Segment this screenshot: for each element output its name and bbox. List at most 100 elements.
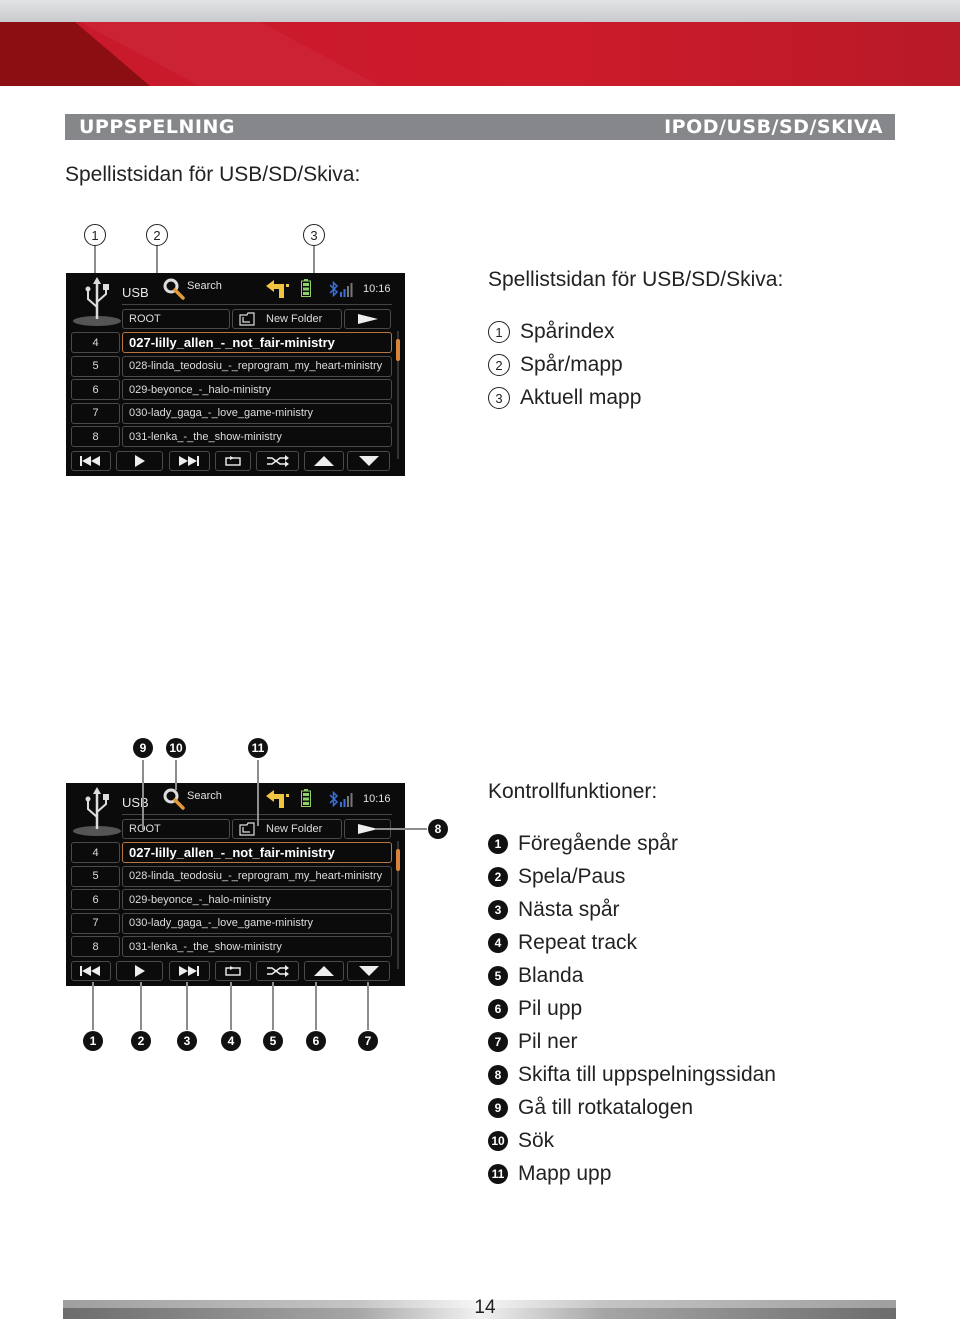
legend-item: 5 Blanda	[488, 964, 583, 988]
callout-2: 2	[146, 224, 168, 246]
legend-label: Pil ner	[518, 1030, 578, 1053]
repeat-button[interactable]	[215, 451, 251, 471]
arrow-up-button[interactable]	[304, 451, 344, 471]
legend-item: 1 Spårindex	[488, 320, 615, 344]
play-icon	[134, 965, 146, 977]
leader-line-9	[142, 760, 144, 830]
track-index[interactable]: 6	[71, 889, 120, 910]
callout-5: 5	[263, 1031, 283, 1051]
legend-label: Sök	[518, 1129, 555, 1152]
callout-10: 10	[166, 738, 186, 758]
legend-label: Blanda	[518, 964, 584, 987]
device-screen-playlist: USB Search 10:16 ROOT New Folder 4 027-lilly_a…	[66, 273, 405, 476]
legend-item: 8 Skifta till uppspelningssidan	[488, 1063, 776, 1087]
source-label: USB	[122, 795, 149, 810]
previous-track-icon	[80, 966, 102, 976]
legend-item: 9 Gå till rotkatalogen	[488, 1096, 693, 1120]
track-row[interactable]: 027-lilly_allen_-_not_fair-ministry	[122, 842, 392, 863]
callout-3: 3	[303, 224, 325, 246]
track-index[interactable]: 4	[71, 332, 120, 353]
leader-line-8	[375, 828, 427, 830]
folder-up-button[interactable]: New Folder	[232, 819, 342, 839]
track-index[interactable]: 6	[71, 379, 120, 400]
back-arrow-icon[interactable]	[266, 790, 290, 808]
search-label[interactable]: Search	[187, 790, 222, 802]
scrollbar[interactable]	[396, 841, 400, 969]
leader-line-7	[367, 982, 369, 1030]
usb-icon[interactable]	[72, 787, 122, 837]
legend-number-2: 2	[488, 867, 508, 887]
leader-line-2	[140, 982, 142, 1030]
track-row[interactable]: 030-lady_gaga_-_love_game-ministry	[122, 912, 392, 934]
search-icon[interactable]	[162, 277, 186, 301]
search-label[interactable]: Search	[187, 280, 222, 292]
legend-label: Nästa spår	[518, 898, 620, 921]
legend-item: 11 Mapp upp	[488, 1162, 611, 1186]
track-row[interactable]: 030-lady_gaga_-_love_game-ministry	[122, 402, 392, 424]
shuffle-button[interactable]	[256, 451, 299, 471]
next-track-button[interactable]	[169, 451, 210, 471]
track-row[interactable]: 031-lenka_-_the_show-ministry	[122, 936, 392, 957]
callout-1: 1	[84, 224, 106, 246]
arrow-up-button[interactable]	[304, 961, 344, 981]
play-button[interactable]	[116, 451, 163, 471]
legend-label: Pil upp	[518, 997, 583, 1020]
next-track-button[interactable]	[169, 961, 210, 981]
header-divider	[122, 304, 392, 305]
repeat-button[interactable]	[215, 961, 251, 981]
arrow-up-icon	[314, 456, 334, 466]
repeat-icon	[225, 456, 241, 466]
play-icon	[134, 455, 146, 467]
play-page-icon	[357, 314, 378, 324]
leader-line-11	[257, 760, 259, 826]
legend-item: 2 Spår/mapp	[488, 353, 623, 377]
usb-icon[interactable]	[72, 277, 122, 327]
legend-item: 10 Sök	[488, 1129, 554, 1153]
next-track-icon	[178, 456, 201, 466]
track-index[interactable]: 5	[71, 355, 120, 377]
track-row[interactable]: 029-beyonce_-_halo-ministry	[122, 889, 392, 910]
track-index[interactable]: 8	[71, 426, 120, 447]
search-icon[interactable]	[162, 787, 186, 811]
track-index[interactable]: 7	[71, 402, 120, 424]
device-screen-controls: USB Search 10:16 ROOT New Folder 4 027-lilly_a…	[66, 783, 405, 986]
red-header-band	[0, 22, 960, 86]
callout-1: 1	[83, 1031, 103, 1051]
previous-track-button[interactable]	[71, 451, 111, 471]
track-row[interactable]: 028-linda_teodosiu_-_reprogram_my_heart-…	[122, 355, 392, 377]
track-row[interactable]: 031-lenka_-_the_show-ministry	[122, 426, 392, 447]
legend-item: 2 Spela/Paus	[488, 865, 625, 889]
control-section-title: Kontrollfunktioner:	[488, 780, 658, 803]
scrollbar[interactable]	[396, 331, 400, 459]
callout-11: 11	[248, 738, 268, 758]
source-label: USB	[122, 285, 149, 300]
track-index[interactable]: 5	[71, 865, 120, 887]
now-playing-button[interactable]	[344, 309, 391, 329]
callout-7: 7	[358, 1031, 378, 1051]
folder-up-button[interactable]: New Folder	[232, 309, 342, 329]
arrow-down-button[interactable]	[347, 451, 390, 471]
back-arrow-icon[interactable]	[266, 280, 290, 298]
legend-number-5: 5	[488, 966, 508, 986]
track-row[interactable]: 029-beyonce_-_halo-ministry	[122, 379, 392, 400]
callout-6: 6	[306, 1031, 326, 1051]
leader-line-10	[175, 760, 177, 790]
track-row[interactable]: 027-lilly_allen_-_not_fair-ministry	[122, 332, 392, 353]
track-index[interactable]: 4	[71, 842, 120, 863]
legend-item: 4 Repeat track	[488, 931, 637, 955]
shuffle-button[interactable]	[256, 961, 299, 981]
track-index[interactable]: 8	[71, 936, 120, 957]
leader-line-5	[272, 982, 274, 1030]
track-index[interactable]: 7	[71, 912, 120, 934]
previous-track-button[interactable]	[71, 961, 111, 981]
root-button[interactable]: ROOT	[122, 309, 230, 329]
arrow-down-button[interactable]	[347, 961, 390, 981]
legend-label: Gå till rotkatalogen	[518, 1096, 694, 1119]
legend-label: Spela/Paus	[518, 865, 626, 888]
legend-number-2: 2	[488, 354, 510, 376]
play-button[interactable]	[116, 961, 163, 981]
root-button[interactable]: ROOT	[122, 819, 230, 839]
bluetooth-signal-icon	[329, 280, 353, 298]
track-row[interactable]: 028-linda_teodosiu_-_reprogram_my_heart-…	[122, 865, 392, 887]
clock: 10:16	[363, 793, 391, 805]
